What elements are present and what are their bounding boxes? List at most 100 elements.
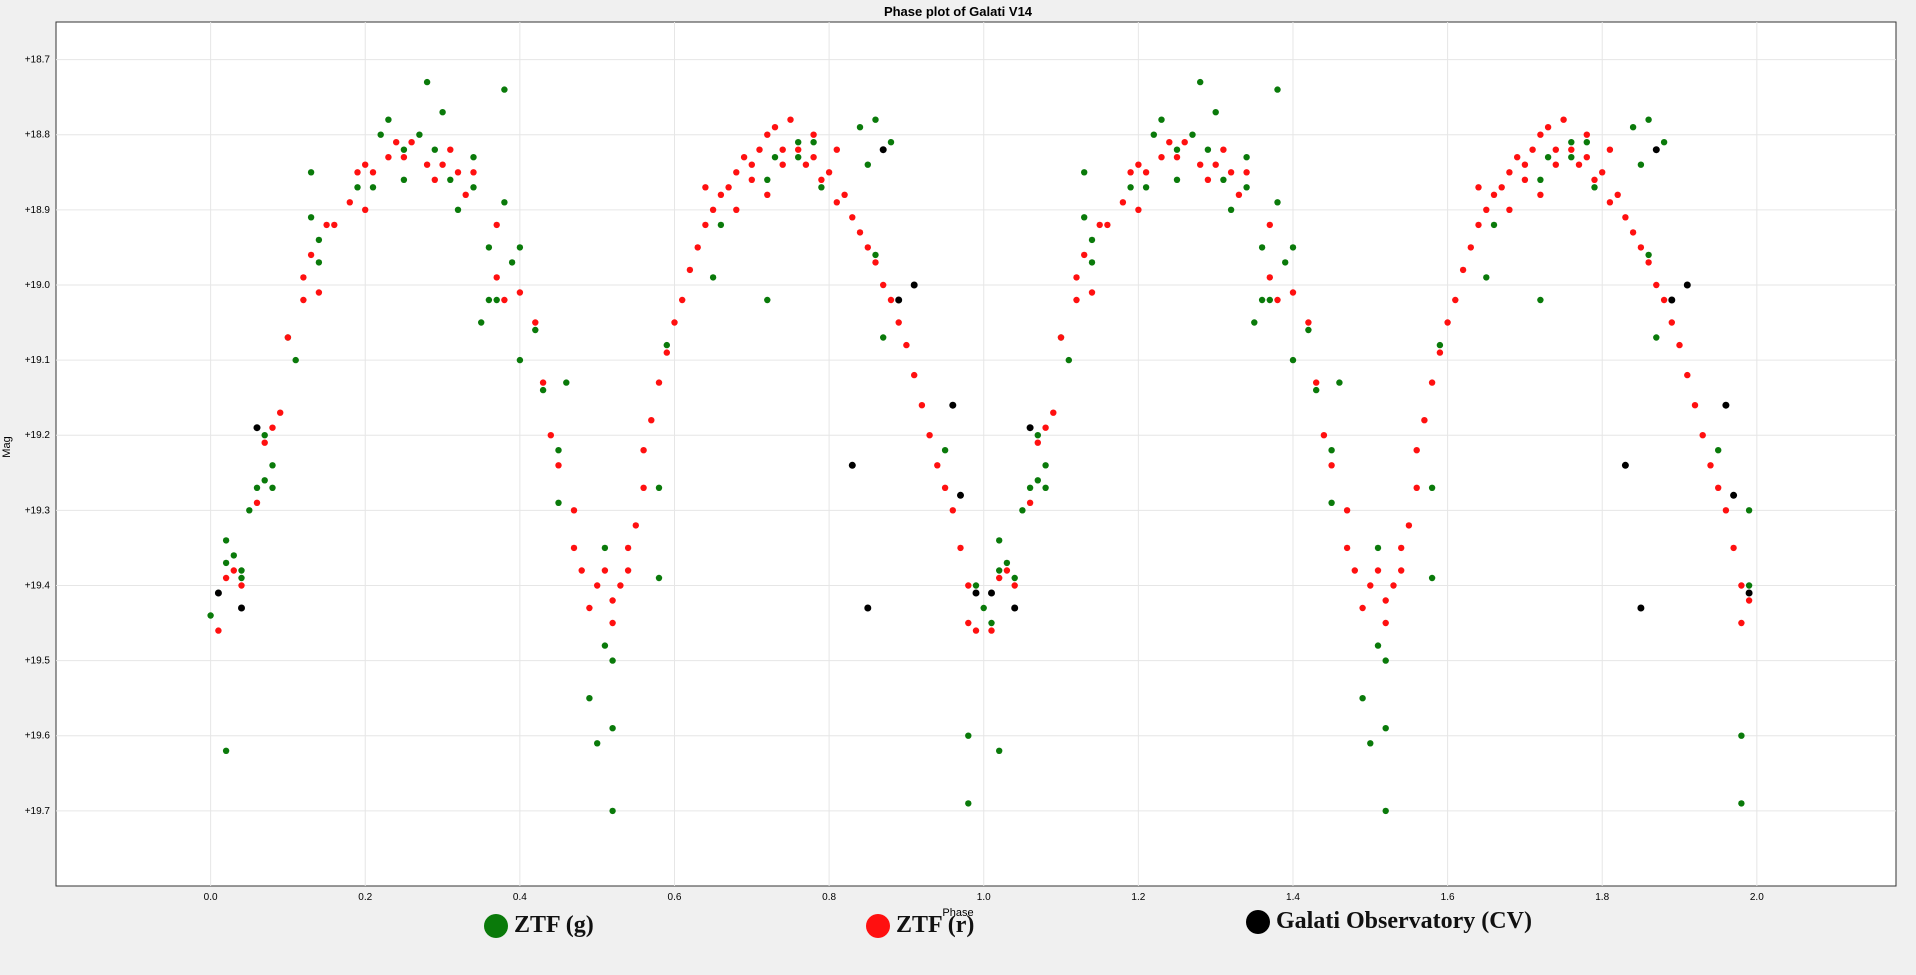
data-point-ztf-r bbox=[300, 296, 307, 304]
data-point-ztf-r bbox=[470, 169, 477, 176]
data-point-ztf-g bbox=[1142, 184, 1150, 191]
data-point-ztf-r bbox=[833, 146, 840, 153]
data-point-galati-observatory-cv bbox=[1637, 604, 1645, 612]
data-point-ztf-g bbox=[709, 274, 717, 281]
data-point-ztf-r bbox=[1135, 206, 1142, 213]
data-point-ztf-r bbox=[1529, 146, 1536, 153]
data-point-ztf-g bbox=[315, 259, 323, 266]
data-point-ztf-g bbox=[1591, 184, 1598, 191]
data-point-ztf-g bbox=[1428, 484, 1436, 491]
data-point-ztf-r bbox=[586, 604, 593, 612]
data-point-ztf-r bbox=[1382, 619, 1389, 627]
data-point-ztf-r bbox=[1738, 582, 1745, 589]
legend-label-ztf-g: ZTF (g) bbox=[514, 912, 594, 938]
data-point-ztf-g bbox=[423, 78, 431, 86]
data-point-ztf-r bbox=[346, 199, 353, 206]
data-point-ztf-g bbox=[1367, 740, 1374, 747]
data-point-ztf-r bbox=[1421, 417, 1428, 424]
data-point-ztf-r bbox=[825, 169, 833, 176]
data-point-ztf-r bbox=[1483, 206, 1490, 213]
data-point-ztf-g bbox=[586, 695, 593, 702]
data-point-ztf-g bbox=[1313, 386, 1320, 394]
data-point-ztf-r bbox=[1614, 191, 1621, 198]
data-point-ztf-r bbox=[709, 206, 717, 213]
legend-item-ztf-g: ZTF (g) bbox=[484, 912, 594, 939]
data-point-ztf-g bbox=[1243, 154, 1250, 161]
data-point-ztf-g bbox=[478, 319, 485, 326]
y-tick-label: +19.5 bbox=[25, 656, 51, 667]
data-point-ztf-r bbox=[1676, 341, 1683, 349]
data-point-galati-observatory-cv bbox=[238, 604, 245, 612]
data-point-ztf-g bbox=[1328, 499, 1335, 506]
data-point-ztf-r bbox=[779, 161, 786, 168]
data-point-ztf-g bbox=[996, 747, 1003, 754]
data-point-ztf-r bbox=[725, 184, 732, 191]
data-point-ztf-g bbox=[1568, 139, 1575, 146]
data-point-ztf-g bbox=[1150, 131, 1158, 138]
data-point-ztf-r bbox=[1506, 169, 1513, 176]
data-point-ztf-g bbox=[594, 740, 601, 747]
data-point-ztf-g bbox=[261, 477, 268, 484]
data-point-ztf-r bbox=[949, 507, 956, 514]
data-point-ztf-g bbox=[1220, 176, 1227, 183]
data-point-ztf-r bbox=[570, 507, 578, 514]
data-point-ztf-r bbox=[802, 161, 810, 168]
data-point-ztf-g bbox=[246, 507, 253, 514]
data-point-ztf-r bbox=[462, 191, 469, 198]
data-point-ztf-r bbox=[694, 244, 701, 251]
data-point-ztf-r bbox=[601, 567, 609, 574]
data-point-ztf-r bbox=[1235, 191, 1243, 198]
data-point-ztf-g bbox=[764, 296, 771, 304]
data-point-ztf-r bbox=[578, 567, 585, 574]
data-point-ztf-g bbox=[1305, 326, 1312, 334]
data-point-ztf-g bbox=[1568, 154, 1575, 161]
data-point-ztf-r bbox=[1088, 289, 1096, 296]
data-point-ztf-r bbox=[702, 221, 709, 229]
data-point-ztf-g bbox=[470, 154, 477, 161]
data-point-galati-observatory-cv bbox=[949, 401, 957, 409]
data-point-ztf-g bbox=[980, 604, 987, 612]
data-point-ztf-r bbox=[663, 349, 670, 356]
data-point-ztf-g bbox=[1204, 146, 1212, 153]
data-point-ztf-g bbox=[1158, 116, 1165, 123]
data-point-ztf-g bbox=[1251, 319, 1258, 326]
data-point-ztf-g bbox=[315, 236, 323, 244]
data-point-ztf-g bbox=[532, 326, 539, 334]
data-point-ztf-g bbox=[1745, 582, 1753, 589]
data-point-ztf-r bbox=[362, 206, 369, 213]
data-point-ztf-r bbox=[1181, 139, 1188, 146]
data-point-ztf-r bbox=[253, 499, 261, 506]
data-point-ztf-r bbox=[493, 274, 500, 281]
data-point-ztf-r bbox=[748, 176, 755, 183]
data-point-ztf-r bbox=[1498, 184, 1505, 191]
data-point-ztf-r bbox=[532, 319, 539, 326]
data-point-ztf-g bbox=[354, 184, 361, 191]
data-point-ztf-r bbox=[1660, 296, 1668, 304]
data-point-ztf-g bbox=[1359, 695, 1366, 702]
data-point-ztf-r bbox=[315, 289, 323, 296]
data-point-ztf-r bbox=[1374, 567, 1382, 574]
data-point-ztf-g bbox=[222, 537, 230, 544]
legend-label-galati: Galati Observatory (CV) bbox=[1276, 908, 1532, 934]
legend-label-ztf-r: ZTF (r) bbox=[896, 912, 975, 938]
data-point-ztf-r bbox=[926, 432, 933, 439]
data-point-ztf-g bbox=[1436, 341, 1444, 349]
data-point-ztf-g bbox=[377, 131, 384, 138]
data-point-ztf-r bbox=[1506, 206, 1513, 213]
data-point-ztf-r bbox=[1398, 544, 1405, 552]
data-point-ztf-g bbox=[764, 176, 771, 183]
data-point-ztf-g bbox=[1189, 131, 1196, 138]
data-point-ztf-r bbox=[261, 439, 268, 446]
data-point-ztf-g bbox=[516, 356, 524, 364]
data-point-ztf-r bbox=[1227, 169, 1235, 176]
data-point-ztf-g bbox=[1289, 356, 1297, 364]
data-point-ztf-r bbox=[1398, 567, 1405, 574]
data-point-ztf-r bbox=[385, 154, 392, 161]
data-point-ztf-r bbox=[1142, 169, 1150, 176]
data-point-ztf-r bbox=[1475, 221, 1482, 229]
data-point-ztf-r bbox=[748, 161, 755, 168]
data-point-ztf-g bbox=[795, 154, 802, 161]
data-point-galati-observatory-cv bbox=[1722, 401, 1730, 409]
data-point-ztf-r bbox=[1707, 462, 1714, 469]
data-point-ztf-r bbox=[1413, 447, 1420, 454]
